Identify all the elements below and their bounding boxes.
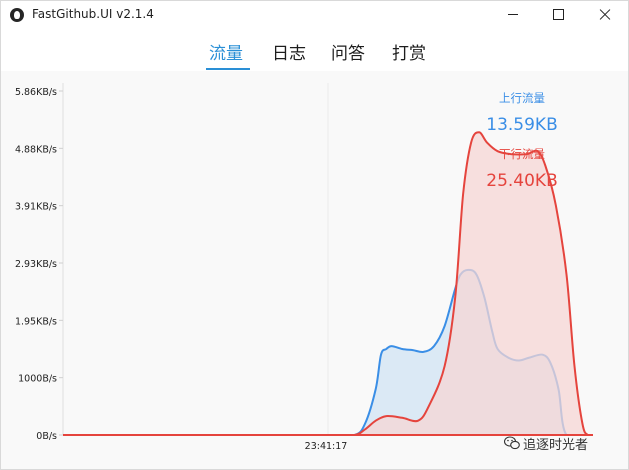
- x-tick-label: 23:41:17: [305, 441, 348, 452]
- legend-download-total: 25.40KB: [486, 171, 557, 191]
- close-button[interactable]: [582, 1, 628, 29]
- active-tab-indicator: [206, 68, 250, 70]
- y-tick-label: 2.93KB/s: [15, 259, 57, 270]
- fastgithub-window: FastGithub.UI v2.1.4 流量 日志 问答 打赏 0B/s 100…: [0, 0, 629, 470]
- tab-logs[interactable]: 日志: [272, 39, 306, 64]
- tab-donate[interactable]: 打赏: [392, 39, 426, 64]
- title-bar[interactable]: FastGithub.UI v2.1.4: [1, 1, 628, 29]
- legend-download-name: 下行流量: [499, 147, 545, 161]
- y-tick-label: 1.95KB/s: [15, 316, 57, 327]
- y-tick-label: 0B/s: [36, 431, 57, 442]
- y-tick-label: 5.86KB/s: [15, 87, 57, 98]
- y-tick-label: 1000B/s: [18, 374, 57, 385]
- github-cat-icon: [10, 8, 24, 22]
- legend-upload-name: 上行流量: [499, 91, 545, 105]
- traffic-chart-area: 0B/s 1000B/s 1.95KB/s 2.93KB/s 3.91KB/s 4.88K…: [1, 71, 628, 469]
- minimize-button[interactable]: [490, 1, 536, 29]
- legend-upload-total: 13.59KB: [486, 115, 557, 135]
- watermark-text: 追逐时光者: [523, 438, 589, 453]
- maximize-button[interactable]: [536, 1, 582, 29]
- y-tick-label: 3.91KB/s: [15, 202, 57, 213]
- tab-faq[interactable]: 问答: [331, 39, 365, 64]
- traffic-chart: 0B/s 1000B/s 1.95KB/s 2.93KB/s 3.91KB/s 4.88K…: [15, 83, 594, 452]
- tab-traffic[interactable]: 流量: [209, 39, 243, 64]
- tab-bar: 流量 日志 问答 打赏: [1, 29, 628, 71]
- wechat-icon: [504, 436, 520, 450]
- window-title: FastGithub.UI v2.1.4: [32, 7, 154, 21]
- y-tick-label: 4.88KB/s: [15, 144, 57, 155]
